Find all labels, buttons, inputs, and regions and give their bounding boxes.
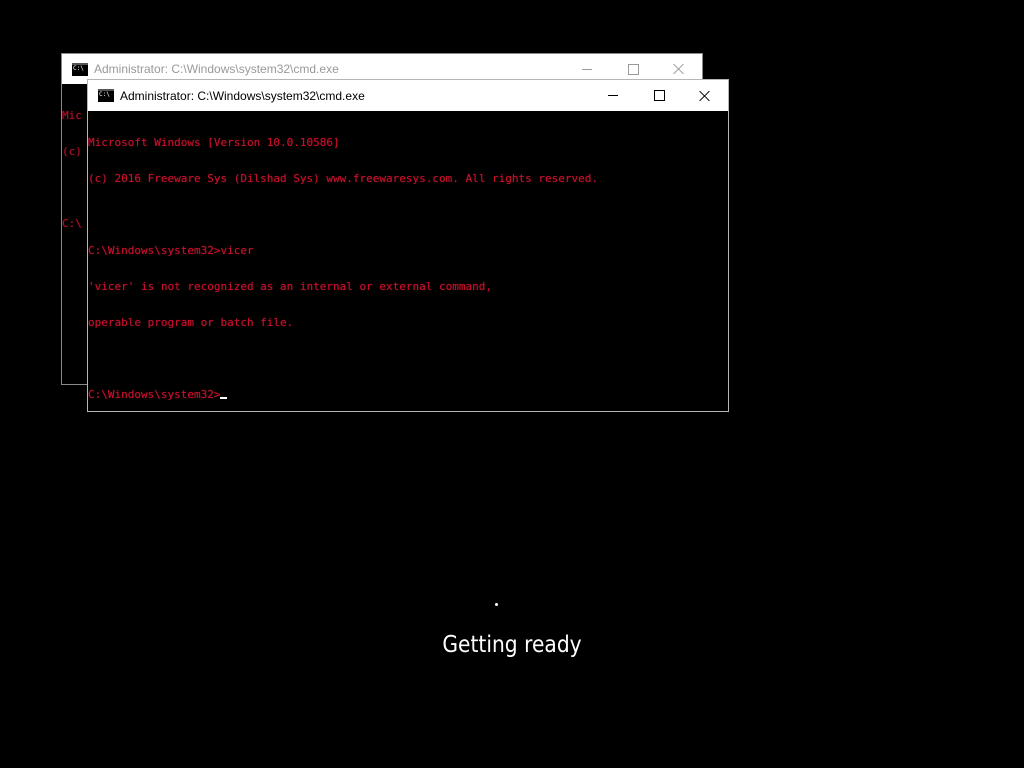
minimize-icon: [582, 68, 592, 70]
title-bar[interactable]: Administrator: C:\Windows\system32\cmd.e…: [88, 80, 728, 111]
cmd-icon: [98, 89, 114, 102]
minimize-icon: [608, 95, 618, 96]
console-line-command: C:\Windows\system32>vicer: [88, 244, 254, 257]
maximize-button[interactable]: [636, 80, 682, 111]
cmd-icon: [72, 62, 88, 76]
cmd-window-foreground[interactable]: Administrator: C:\Windows\system32\cmd.e…: [87, 79, 729, 412]
minimize-button[interactable]: [590, 80, 636, 111]
maximize-icon: [627, 63, 639, 75]
console-prompt-line[interactable]: C:\Windows\system32>: [88, 389, 728, 401]
text-cursor: [220, 397, 228, 399]
window-title: Administrator: C:\Windows\system32\cmd.e…: [120, 88, 365, 103]
console-output[interactable]: Microsoft Windows [Version 10.0.10586] (…: [88, 111, 728, 411]
console-prompt: C:\Windows\system32>: [88, 388, 221, 401]
maximize-icon: [653, 90, 665, 101]
console-line-version: Microsoft Windows [Version 10.0.10586]: [88, 136, 340, 149]
caption-buttons: [590, 80, 728, 111]
console-line-error: 'vicer' is not recognized as an internal…: [88, 280, 492, 293]
close-icon: [673, 63, 685, 75]
close-icon: [699, 90, 711, 102]
close-button[interactable]: [682, 80, 728, 111]
boot-status-text: Getting ready: [442, 632, 582, 658]
console-line-error: operable program or batch file.: [88, 316, 294, 329]
console-line-copyright: (c) 2016 Freeware Sys (Dilshad Sys) www.…: [88, 172, 598, 185]
loading-dot-icon: [495, 603, 498, 606]
window-title: Administrator: C:\Windows\system32\cmd.e…: [94, 62, 339, 76]
